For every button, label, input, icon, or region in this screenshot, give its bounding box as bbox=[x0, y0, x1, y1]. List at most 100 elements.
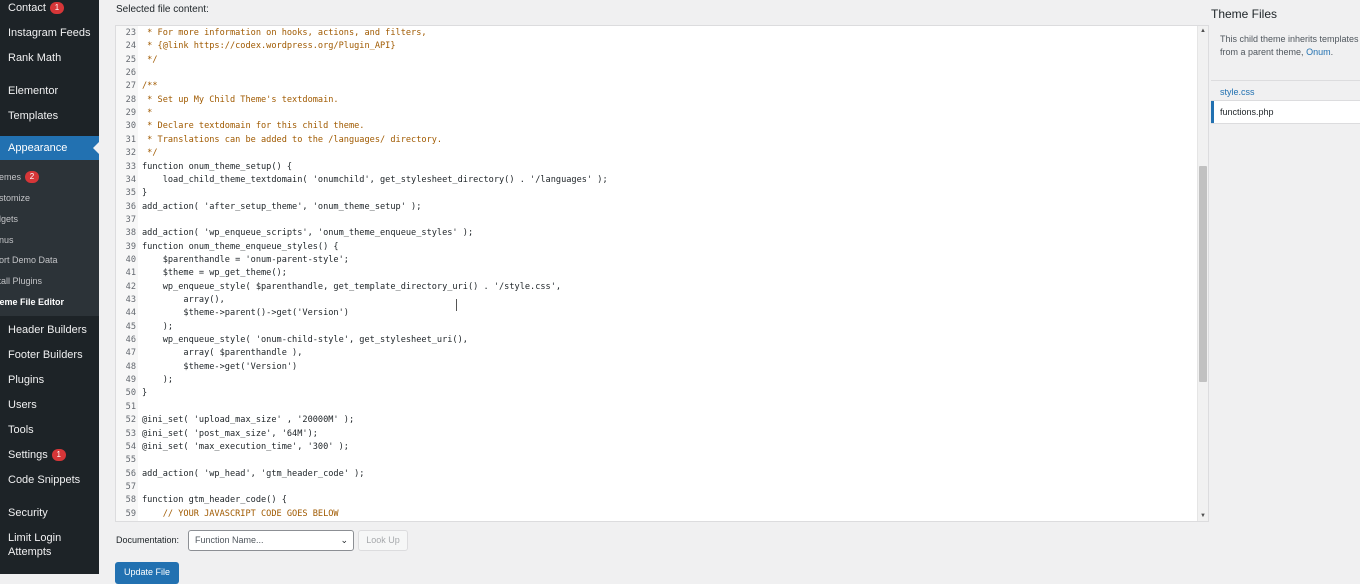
line-number: 43 bbox=[125, 295, 136, 305]
line-number: 29 bbox=[125, 108, 136, 119]
code-line: 43 array(), bbox=[116, 294, 1196, 307]
scroll-down-arrow[interactable]: ▼ bbox=[1198, 513, 1208, 519]
sidebar-item-label: Tools bbox=[8, 423, 34, 436]
sidebar-item-templates[interactable]: Templates bbox=[0, 108, 99, 123]
code-text: @ini_set( 'max_execution_time', '300' ); bbox=[142, 441, 349, 452]
code-line: 38 add_action( 'wp_enqueue_scripts', 'onu… bbox=[116, 227, 1196, 240]
sidebar-item-tools[interactable]: Tools bbox=[0, 422, 99, 437]
sidebar-item-elementor[interactable]: Elementor bbox=[0, 83, 99, 98]
code-text: * For more information on hooks, actions… bbox=[142, 28, 427, 38]
scroll-thumb[interactable] bbox=[1199, 166, 1207, 382]
code-line: 52 @ini_set( 'upload_max_size' , '20000M'… bbox=[116, 414, 1196, 427]
code-text: wp_enqueue_style( $parenthandle, get_tem… bbox=[142, 281, 562, 292]
code-line: 51 bbox=[116, 401, 1196, 414]
line-number: 55 bbox=[125, 455, 136, 466]
active-arrow-icon bbox=[93, 142, 99, 154]
line-number: 47 bbox=[125, 348, 136, 359]
code-line: 36 add_action( 'after_setup_theme', 'onum… bbox=[116, 201, 1196, 214]
sidebar-item-users[interactable]: Users bbox=[0, 397, 99, 412]
submenu-item-5[interactable]: stall Plugins bbox=[0, 274, 99, 288]
sidebar-item-label: Templates bbox=[8, 109, 59, 122]
line-number: 31 bbox=[125, 134, 136, 145]
sidebar-item-attempts[interactable]: Attempts bbox=[0, 544, 99, 559]
sidebar-item-settings[interactable]: Settings 1 bbox=[0, 447, 99, 462]
code-line: 45 ); bbox=[116, 321, 1196, 334]
submenu-item-1[interactable]: ustomize bbox=[0, 191, 99, 205]
sidebar-item-label: Instagram Feeds bbox=[8, 26, 91, 39]
code-text: /** bbox=[142, 81, 158, 92]
code-text: add_action( 'wp_head', 'gtm_header_code'… bbox=[142, 468, 365, 479]
lookup-button[interactable]: Look Up bbox=[358, 530, 408, 551]
line-number: 39 bbox=[125, 241, 136, 252]
notification-badge: 1 bbox=[51, 448, 66, 461]
line-number: 57 bbox=[125, 481, 136, 492]
code-line: 53 @ini_set( 'post_max_size', '64M'); bbox=[116, 428, 1196, 441]
notification-badge: 2 bbox=[25, 171, 40, 183]
submenu-item-label: stall Plugins bbox=[0, 276, 43, 286]
line-number: 32 bbox=[125, 148, 136, 159]
line-number: 24 bbox=[125, 41, 136, 52]
code-line: 23 * For more information on hooks, acti… bbox=[116, 27, 1196, 40]
submenu-item-label: enus bbox=[0, 235, 14, 245]
sidebar-item-plugins[interactable]: Plugins bbox=[0, 372, 99, 387]
function-name-select[interactable]: Function Name... ⌄ bbox=[188, 530, 354, 551]
submenu-item-label: idgets bbox=[0, 214, 19, 224]
line-number: 58 bbox=[125, 495, 136, 506]
code-line: 42 wp_enqueue_style( $parenthandle, get_… bbox=[116, 281, 1196, 294]
line-number: 54 bbox=[125, 441, 136, 452]
code-line: 56 add_action( 'wp_head', 'gtm_header_cod… bbox=[116, 468, 1196, 481]
code-text: $theme->get('Version') bbox=[142, 361, 298, 372]
editor-scrollbar[interactable]: ▲ ▼ bbox=[1197, 26, 1208, 521]
sidebar-item-code-snippets[interactable]: Code Snippets bbox=[0, 472, 99, 487]
code-text: * {@link https://codex.wordpress.org/Plu… bbox=[142, 41, 396, 52]
code-text: wp_enqueue_style( 'onum-child-style', ge… bbox=[142, 335, 468, 346]
sidebar-item-label: Users bbox=[8, 398, 37, 411]
code-text: * Set up My Child Theme's textdomain. bbox=[142, 94, 339, 105]
sidebar-item-label: Code Snippets bbox=[8, 473, 81, 486]
submenu-item-2[interactable]: idgets bbox=[0, 212, 99, 226]
sidebar-item-footer-builders[interactable]: Footer Builders bbox=[0, 347, 99, 362]
sidebar-item-contact[interactable]: Contact 1 bbox=[0, 0, 99, 15]
line-number: 23 bbox=[125, 28, 136, 38]
scroll-up-arrow[interactable]: ▲ bbox=[1198, 28, 1208, 34]
code-line: 41 $theme = wp_get_theme(); bbox=[116, 267, 1196, 280]
line-number: 52 bbox=[125, 415, 136, 426]
text-cursor bbox=[456, 299, 457, 311]
update-file-button[interactable]: Update File bbox=[115, 562, 179, 584]
code-text: add_action( 'after_setup_theme', 'onum_t… bbox=[142, 201, 422, 212]
line-number: 33 bbox=[125, 161, 136, 172]
sidebar-item-label: Security bbox=[8, 506, 48, 519]
code-editor[interactable]: 23 * For more information on hooks, acti… bbox=[115, 25, 1209, 522]
submenu-item-0[interactable]: hemes2 bbox=[0, 170, 99, 184]
line-number: 42 bbox=[125, 281, 136, 292]
code-text: add_action( 'wp_enqueue_scripts', 'onum_… bbox=[142, 228, 474, 239]
line-number: 36 bbox=[125, 201, 136, 212]
code-line: 50} bbox=[116, 387, 1196, 400]
line-number: 59 bbox=[125, 508, 136, 519]
code-text: */ bbox=[142, 54, 158, 65]
sidebar-item-label: Rank Math bbox=[8, 51, 62, 64]
submenu-item-3[interactable]: enus bbox=[0, 233, 99, 247]
code-line: 31 * Translations can be added to the /l… bbox=[116, 134, 1196, 147]
sidebar-item-header-builders[interactable]: Header Builders bbox=[0, 322, 99, 337]
file-item-functions-php[interactable]: functions.php bbox=[1211, 101, 1360, 123]
code-text: * bbox=[142, 108, 153, 119]
parent-theme-link[interactable]: Onum bbox=[1306, 47, 1331, 57]
submenu-item-label: port Demo Data bbox=[0, 255, 58, 265]
sidebar-item-security[interactable]: Security bbox=[0, 505, 99, 520]
submenu-item-6[interactable]: heme File Editor bbox=[0, 295, 99, 309]
sidebar-item-label: Appearance bbox=[8, 142, 68, 154]
submenu-item-4[interactable]: port Demo Data bbox=[0, 253, 99, 267]
code-line: 47 array( $parenthandle ), bbox=[116, 347, 1196, 360]
code-text: function onum_theme_enqueue_styles() { bbox=[142, 241, 339, 252]
code-text: @ini_set( 'upload_max_size' , '20000M' )… bbox=[142, 415, 355, 426]
sidebar-item-appearance[interactable]: Appearance bbox=[0, 136, 99, 160]
code-line: 44 $theme->parent()->get('Version') bbox=[116, 307, 1196, 320]
theme-files-panel: This child theme inherits templates from… bbox=[1211, 27, 1360, 147]
line-number: 34 bbox=[125, 174, 136, 185]
line-number: 46 bbox=[125, 335, 136, 346]
sidebar-item-limit-login[interactable]: Limit Login bbox=[0, 530, 99, 545]
sidebar-item-instagram-feeds[interactable]: Instagram Feeds bbox=[0, 25, 99, 40]
sidebar-item-label: Elementor bbox=[8, 84, 59, 97]
sidebar-item-rank-math[interactable]: Rank Math bbox=[0, 50, 99, 65]
